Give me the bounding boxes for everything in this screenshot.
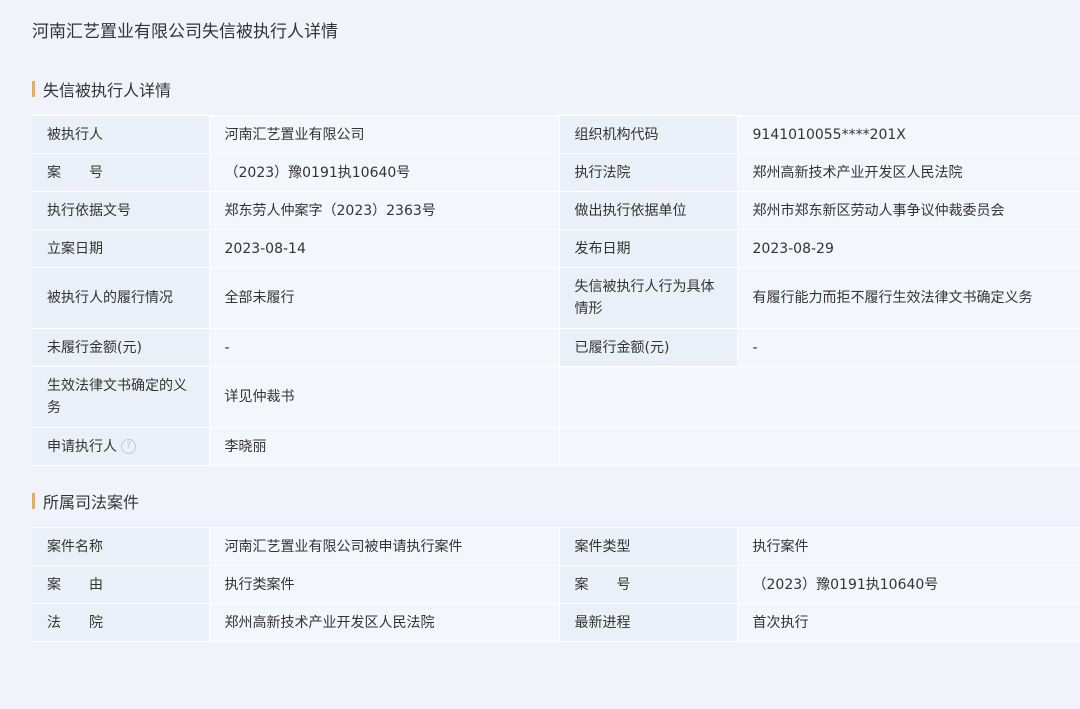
field-label: 案件名称 xyxy=(32,527,210,566)
field-value: 郑州高新技术产业开发区人民法院 xyxy=(209,603,560,642)
field-value: 郑州市郑东新区劳动人事争议仲裁委员会 xyxy=(737,191,1080,230)
field-value: 李晓丽 xyxy=(209,427,560,466)
field-label: 执行法院 xyxy=(559,153,738,192)
field-label: 失信被执行人行为具体情形 xyxy=(559,267,738,329)
field-value: 郑东劳人仲案字（2023）2363号 xyxy=(209,191,560,230)
table-row: 立案日期 2023-08-14 发布日期 2023-08-29 xyxy=(32,229,1080,268)
table-row: 案 号 （2023）豫0191执10640号 执行法院 郑州高新技术产业开发区人… xyxy=(32,153,1080,192)
empty-cell xyxy=(559,427,1080,466)
field-label: 组织机构代码 xyxy=(559,115,738,154)
field-label: 案 由 xyxy=(32,565,210,604)
field-label: 执行依据文号 xyxy=(32,191,210,230)
table-row: 法 院 郑州高新技术产业开发区人民法院 最新进程 首次执行 xyxy=(32,603,1080,642)
page-title: 河南汇艺置业有限公司失信被执行人详情 xyxy=(32,22,338,42)
detail-table: 被执行人 河南汇艺置业有限公司 组织机构代码 9141010055****201… xyxy=(32,115,1080,466)
field-value: 执行类案件 xyxy=(209,565,560,604)
table-row: 案 由 执行类案件 案 号 （2023）豫0191执10640号 xyxy=(32,565,1080,604)
field-value: - xyxy=(737,328,1080,367)
field-label: 立案日期 xyxy=(32,229,210,268)
section-header-case: 所属司法案件 xyxy=(32,490,139,512)
field-value: 郑州高新技术产业开发区人民法院 xyxy=(737,153,1080,192)
field-label: 法 院 xyxy=(32,603,210,642)
field-value: 9141010055****201X xyxy=(737,115,1080,154)
field-value: （2023）豫0191执10640号 xyxy=(737,565,1080,604)
table-row: 被执行人的履行情况 全部未履行 失信被执行人行为具体情形 有履行能力而拒不履行生… xyxy=(32,267,1080,329)
field-label: 生效法律文书确定的义务 xyxy=(32,366,210,428)
field-value: 河南汇艺置业有限公司 xyxy=(209,115,560,154)
field-label: 案件类型 xyxy=(559,527,738,566)
field-value: 有履行能力而拒不履行生效法律文书确定义务 xyxy=(737,267,1080,329)
case-number-link[interactable]: （2023）豫0191执10640号 xyxy=(209,153,560,192)
table-row: 未履行金额(元) - 已履行金额(元) - xyxy=(32,328,1080,367)
field-label: 做出执行依据单位 xyxy=(559,191,738,230)
field-value: 2023-08-14 xyxy=(209,229,560,268)
section-header-detail: 失信被执行人详情 xyxy=(32,78,171,100)
table-row: 执行依据文号 郑东劳人仲案字（2023）2363号 做出执行依据单位 郑州市郑东… xyxy=(32,191,1080,230)
field-value: - xyxy=(209,328,560,367)
field-label: 被执行人 xyxy=(32,115,210,154)
question-circle-icon[interactable]: ? xyxy=(121,439,136,454)
empty-cell xyxy=(559,366,1080,428)
field-value: 2023-08-29 xyxy=(737,229,1080,268)
field-label: 最新进程 xyxy=(559,603,738,642)
field-label: 案 号 xyxy=(559,565,738,604)
field-label: 已履行金额(元) xyxy=(559,328,738,367)
field-label: 案 号 xyxy=(32,153,210,192)
field-value: 执行案件 xyxy=(737,527,1080,566)
section-accent-bar xyxy=(32,81,35,97)
field-label: 发布日期 xyxy=(559,229,738,268)
field-label: 被执行人的履行情况 xyxy=(32,267,210,329)
field-label: 申请执行人 xyxy=(47,438,117,455)
field-value: 首次执行 xyxy=(737,603,1080,642)
case-name-link[interactable]: 河南汇艺置业有限公司被申请执行案件 xyxy=(209,527,560,566)
table-row: 申请执行人? 李晓丽 xyxy=(32,427,1080,466)
applicant-label-cell: 申请执行人? xyxy=(32,427,210,466)
field-value: 全部未履行 xyxy=(209,267,560,329)
table-row: 案件名称 河南汇艺置业有限公司被申请执行案件 案件类型 执行案件 xyxy=(32,527,1080,566)
section-accent-bar xyxy=(32,493,35,509)
table-row: 生效法律文书确定的义务 详见仲裁书 xyxy=(32,366,1080,428)
table-row: 被执行人 河南汇艺置业有限公司 组织机构代码 9141010055****201… xyxy=(32,115,1080,154)
section-title-case: 所属司法案件 xyxy=(43,493,140,512)
case-table: 案件名称 河南汇艺置业有限公司被申请执行案件 案件类型 执行案件 案 由 执行类… xyxy=(32,527,1080,642)
field-label: 未履行金额(元) xyxy=(32,328,210,367)
field-value: 详见仲裁书 xyxy=(209,366,560,428)
section-title-detail: 失信被执行人详情 xyxy=(43,81,172,100)
